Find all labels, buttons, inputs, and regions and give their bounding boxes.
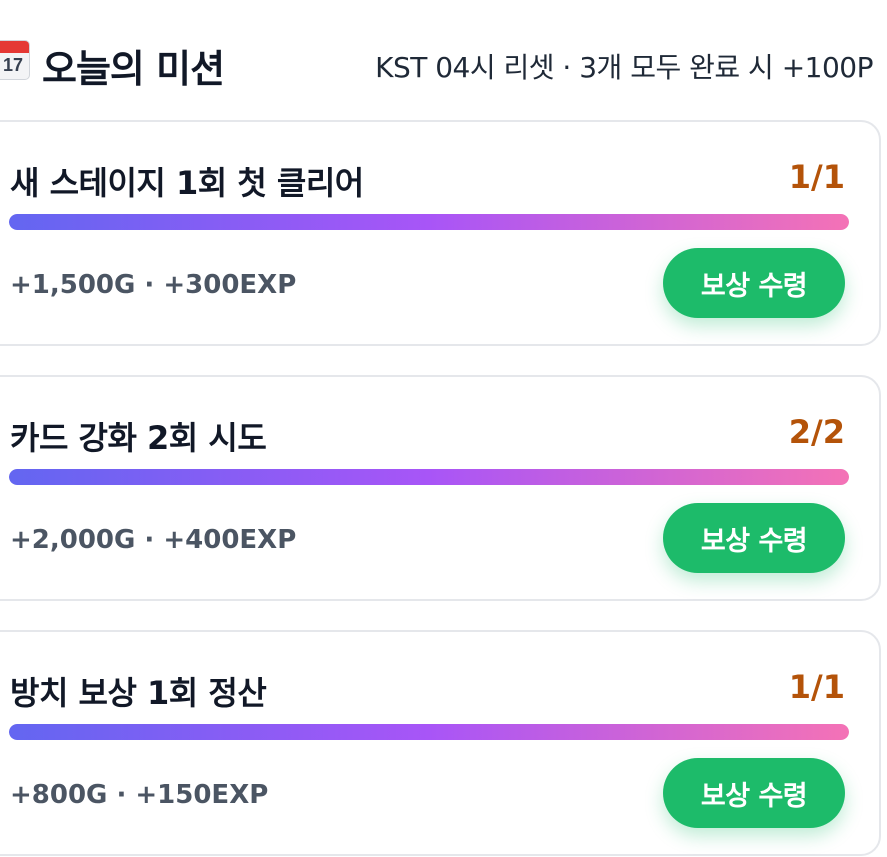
claim-reward-button[interactable]: 보상 수령	[663, 503, 845, 573]
progress-fill	[9, 214, 849, 230]
calendar-icon: 17	[0, 40, 30, 80]
mission-title: 방치 보상 1회 정산	[10, 674, 267, 712]
progress-bar	[9, 214, 849, 230]
mission-count: 1/1	[788, 158, 845, 196]
mission-header: 17 오늘의 미션 KST 04시 리셋 · 3개 모두 완료 시 +100P	[0, 32, 887, 96]
progress-fill	[9, 724, 849, 740]
reset-note: KST 04시 리셋 · 3개 모두 완료 시 +100P	[375, 51, 873, 84]
progress-bar	[9, 724, 849, 740]
progress-fill	[9, 469, 849, 485]
mission-card: 방치 보상 1회 정산 1/1 +800G · +150EXP 보상 수령	[0, 630, 881, 856]
mission-card: 카드 강화 2회 시도 2/2 +2,000G · +400EXP 보상 수령	[0, 375, 881, 601]
mission-count: 1/1	[788, 668, 845, 706]
page-title: 오늘의 미션	[42, 47, 225, 91]
reward-text: +1,500G · +300EXP	[10, 270, 297, 300]
reward-text: +800G · +150EXP	[10, 780, 269, 810]
mission-count: 2/2	[788, 413, 845, 451]
mission-title: 새 스테이지 1회 첫 클리어	[10, 164, 364, 202]
claim-reward-button[interactable]: 보상 수령	[663, 758, 845, 828]
mission-title: 카드 강화 2회 시도	[10, 419, 267, 457]
claim-reward-button[interactable]: 보상 수령	[663, 248, 845, 318]
mission-card: 새 스테이지 1회 첫 클리어 1/1 +1,500G · +300EXP 보상…	[0, 120, 881, 346]
reward-text: +2,000G · +400EXP	[10, 525, 297, 555]
progress-bar	[9, 469, 849, 485]
